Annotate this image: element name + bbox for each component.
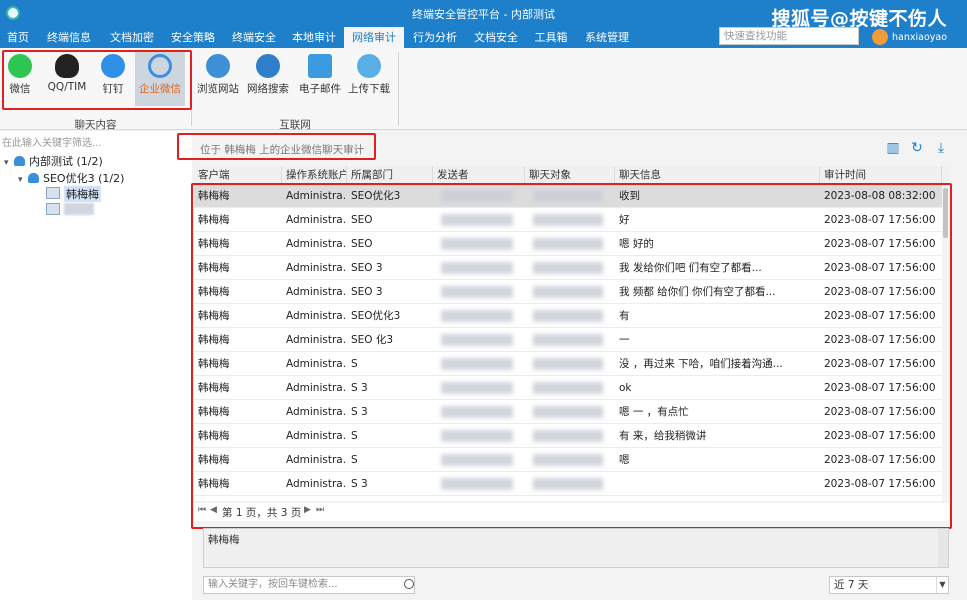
email-button[interactable]: 电子邮件 bbox=[298, 50, 342, 106]
col-dept[interactable]: 所属部门 bbox=[347, 166, 433, 184]
search-globe-icon bbox=[256, 54, 280, 78]
cloud-transfer-icon bbox=[357, 54, 381, 78]
col-chat-target[interactable]: 聊天对象 bbox=[525, 166, 615, 184]
col-time[interactable]: 审计时间 bbox=[820, 166, 942, 184]
first-page-icon[interactable]: ⏮ bbox=[198, 505, 206, 515]
menu-security-policy[interactable]: 安全策略 bbox=[162, 27, 224, 48]
next-page-icon[interactable]: ▶ bbox=[304, 505, 311, 515]
time-range-select[interactable]: 近 7 天 bbox=[829, 576, 949, 594]
menu-terminal-info[interactable]: 终端信息 bbox=[36, 27, 102, 48]
computer-icon bbox=[46, 187, 60, 199]
col-account[interactable]: 操作系统账户 bbox=[282, 166, 347, 184]
redacted-node bbox=[64, 203, 94, 215]
computer-icon bbox=[46, 203, 60, 215]
envelope-icon bbox=[308, 54, 332, 78]
chevron-down-icon[interactable]: ▼ bbox=[936, 577, 948, 593]
filter-input[interactable]: 在此输入关键字筛选... bbox=[0, 134, 190, 150]
user-avatar[interactable] bbox=[872, 29, 888, 45]
globe-icon bbox=[206, 54, 230, 78]
prev-page-icon[interactable]: ◀ bbox=[210, 505, 217, 515]
chevron-down-icon[interactable]: ▾ bbox=[4, 158, 14, 168]
download-icon[interactable]: ⤓ bbox=[934, 141, 948, 155]
pager: ⏮ ◀ 第 1 页，共 3 页 ▶ ⏭ bbox=[194, 503, 949, 521]
search-icon[interactable] bbox=[404, 579, 414, 589]
col-message[interactable]: 聊天信息 bbox=[615, 166, 820, 184]
keyword-search-input[interactable]: 输入关键字，按回车键检索... bbox=[203, 576, 415, 594]
chevron-down-icon[interactable]: ▾ bbox=[18, 175, 28, 185]
menu-system-admin[interactable]: 系统管理 bbox=[576, 27, 638, 48]
group-icon bbox=[28, 173, 39, 183]
table-header: 客户端 操作系统账户 所属部门 发送者 聊天对象 聊天信息 审计时间 bbox=[194, 166, 949, 184]
menu-local-audit[interactable]: 本地审计 bbox=[284, 27, 344, 48]
menu-toolbox[interactable]: 工具箱 bbox=[526, 27, 576, 48]
refresh-icon[interactable]: ↻ bbox=[910, 141, 924, 155]
tree-node-hanmeimei[interactable]: 韩梅梅 bbox=[64, 186, 101, 202]
upload-download-button[interactable]: 上传下载 bbox=[347, 50, 391, 106]
web-search-button[interactable]: 网络搜索 bbox=[245, 50, 291, 106]
tree-node-seo[interactable]: ▾ SEO优化3 (1/2) bbox=[18, 170, 124, 186]
last-page-icon[interactable]: ⏭ bbox=[316, 505, 324, 515]
menu-network-audit[interactable]: 网络审计 bbox=[344, 27, 404, 48]
menu-doc-encrypt[interactable]: 文档加密 bbox=[102, 27, 162, 48]
menu-terminal-security[interactable]: 终端安全 bbox=[224, 27, 284, 48]
highlight-table bbox=[191, 183, 952, 529]
detail-scrollbar[interactable] bbox=[938, 529, 948, 567]
quick-search-input[interactable]: 快速查找功能 bbox=[719, 27, 859, 45]
ribbon-separator bbox=[398, 52, 399, 126]
chat-group-label: 聊天内容 bbox=[74, 119, 117, 131]
highlight-breadcrumb bbox=[177, 133, 376, 160]
col-sender[interactable]: 发送者 bbox=[433, 166, 525, 184]
user-name[interactable]: hanxiaoyao bbox=[892, 32, 947, 43]
message-detail: 韩梅梅 bbox=[203, 528, 949, 568]
highlight-chat-buttons bbox=[2, 50, 192, 110]
column-settings-icon[interactable]: ▥ bbox=[886, 141, 900, 155]
menu-home[interactable]: 首页 bbox=[0, 27, 36, 48]
group-icon bbox=[14, 156, 25, 166]
tree-node-internal-test[interactable]: ▾ 内部测试 (1/2) bbox=[4, 153, 103, 169]
page-indicator: 第 1 页，共 3 页 bbox=[222, 507, 302, 519]
menu-doc-security[interactable]: 文档安全 bbox=[466, 27, 526, 48]
col-client[interactable]: 客户端 bbox=[194, 166, 282, 184]
title-bar: 终端安全管控平台 - 内部测试 搜狐号@按键不伤人 bbox=[0, 0, 967, 30]
browse-sites-button[interactable]: 浏览网站 bbox=[196, 50, 240, 106]
menu-behavior-analysis[interactable]: 行为分析 bbox=[404, 27, 466, 48]
internet-group-label: 互联网 bbox=[279, 119, 311, 131]
